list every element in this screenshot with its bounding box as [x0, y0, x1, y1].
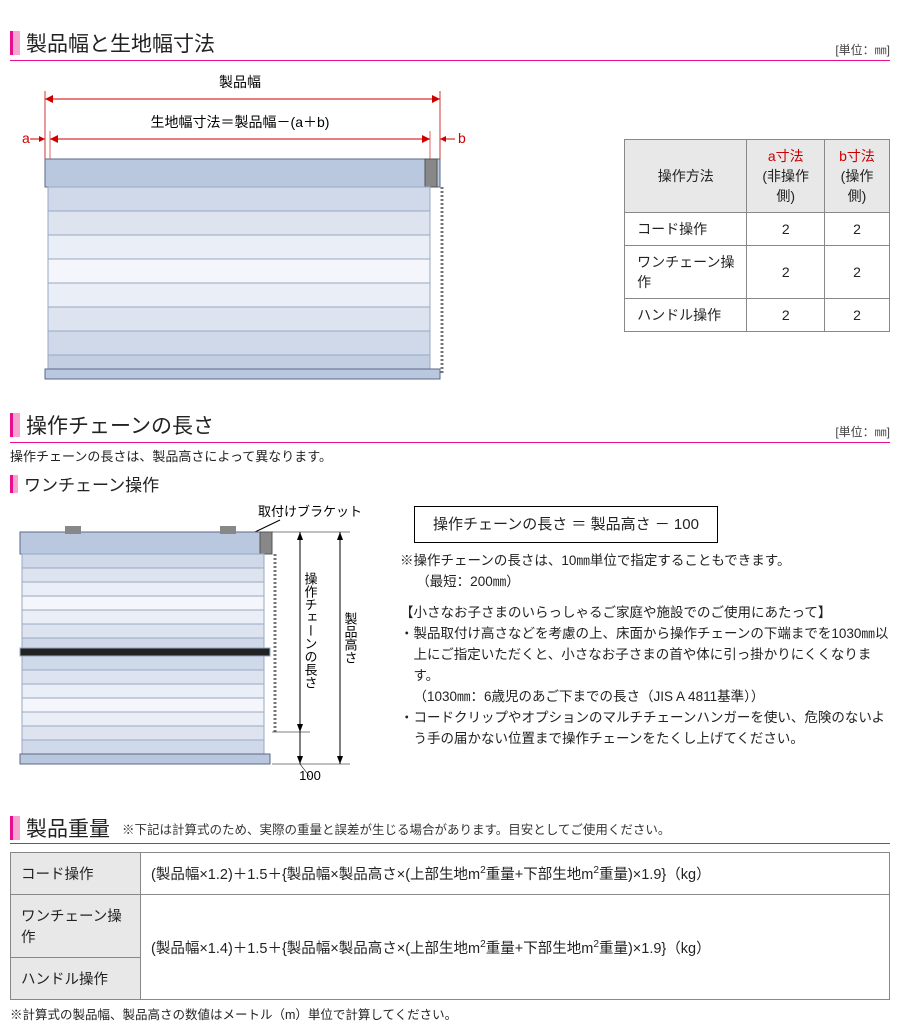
bracket-label: 取付けブラケット: [258, 504, 362, 519]
b-label: b: [458, 130, 466, 146]
section3-header: 製品重量 ※下記は計算式のため、実際の重量と誤差が生じる場合があります。目安とし…: [10, 813, 890, 845]
section2-intro: 操作チェーンの長さは、製品高さによって異なります。: [10, 446, 890, 465]
accent-bar-icon: [10, 413, 20, 437]
unit-label: [単位：㎜]: [835, 41, 890, 58]
weight-formula-1: (製品幅×1.2)＋1.5＋{製品幅×製品高さ×(上部生地m2重量+下部生地m2…: [141, 853, 890, 895]
safety-item1: ・製品取付け高さなどを考慮の上、床面から操作チェーンの下端までを1030㎜以上に…: [400, 624, 890, 687]
width-diagram: 製品幅 生地幅寸法＝製品幅－(a＋b) a b: [10, 69, 594, 392]
section2-header: 操作チェーンの長さ [単位：㎜]: [10, 410, 890, 443]
table-row: ワンチェーン操作 (製品幅×1.4)＋1.5＋{製品幅×製品高さ×(上部生地m2…: [11, 895, 890, 958]
section1-header: 製品幅と生地幅寸法 [単位：㎜]: [10, 28, 890, 61]
weight-table: コード操作 (製品幅×1.2)＋1.5＋{製品幅×製品高さ×(上部生地m2重量+…: [10, 852, 890, 1000]
table-row: ワンチェーン操作 2 2: [625, 246, 890, 299]
chain-length-diagram: 取付けブラケット: [10, 502, 380, 795]
table-row: コード操作 (製品幅×1.2)＋1.5＋{製品幅×製品高さ×(上部生地m2重量+…: [11, 853, 890, 895]
section3-title: 製品重量: [26, 813, 110, 843]
weight-formula-2: (製品幅×1.4)＋1.5＋{製品幅×製品高さ×(上部生地m2重量+下部生地m2…: [141, 895, 890, 1000]
section3-inline-note: ※下記は計算式のため、実際の重量と誤差が生じる場合があります。目安としてご使用く…: [122, 819, 670, 838]
section2-subhead: ワンチェーン操作: [10, 471, 890, 496]
table-row: コード操作 2 2: [625, 213, 890, 246]
col-b: b寸法 (操作側): [825, 140, 890, 213]
divider: [10, 843, 890, 844]
safety-item1b: （1030㎜：6歳児のあご下までの長さ（JIS A 4811基準））: [400, 687, 890, 708]
chain-formula: 操作チェーンの長さ ＝ 製品高さ － 100: [414, 506, 718, 543]
weight-footnote: ※計算式の製品幅、製品高さの数値はメートル（m）単位で計算してください。: [10, 1004, 890, 1023]
section2-title: 操作チェーンの長さ: [26, 410, 214, 440]
product-width-label: 製品幅: [219, 74, 261, 90]
a-label: a: [22, 130, 30, 146]
accent-bar-icon: [10, 31, 20, 55]
accent-bar-icon: [10, 816, 20, 840]
section1-title: 製品幅と生地幅寸法: [26, 28, 215, 58]
dimension-table: 操作方法 a寸法 (非操作側) b寸法 (操作側) コード操作 2 2 ワンチェ…: [624, 139, 890, 332]
col-a: a寸法 (非操作側): [747, 140, 825, 213]
chain-length-label: 操作チェーンの長さ: [303, 571, 318, 689]
fabric-formula-label: 生地幅寸法＝製品幅－(a＋b): [151, 114, 330, 130]
safety-item2: ・コードクリップやオプションのマルチチェーンハンガーを使い、危険のないよう手の届…: [400, 708, 890, 750]
section2-text: 操作チェーンの長さ ＝ 製品高さ － 100 ※操作チェーンの長さは、10㎜単位…: [400, 502, 890, 750]
table-row: ハンドル操作 2 2: [625, 299, 890, 332]
safety-title: 【小さなお子さまのいらっしゃるご家庭や施設でのご使用にあたって】: [400, 603, 890, 624]
height-label: 製品高さ: [343, 612, 358, 664]
chain-note1b: （最短：200㎜）: [400, 572, 890, 593]
col-method: 操作方法: [625, 140, 747, 213]
chain-note1: ※操作チェーンの長さは、10㎜単位で指定することもできます。: [400, 551, 890, 572]
accent-bar-icon: [10, 475, 18, 493]
unit-label: [単位：㎜]: [835, 423, 890, 440]
gap-label: 100: [299, 768, 321, 783]
